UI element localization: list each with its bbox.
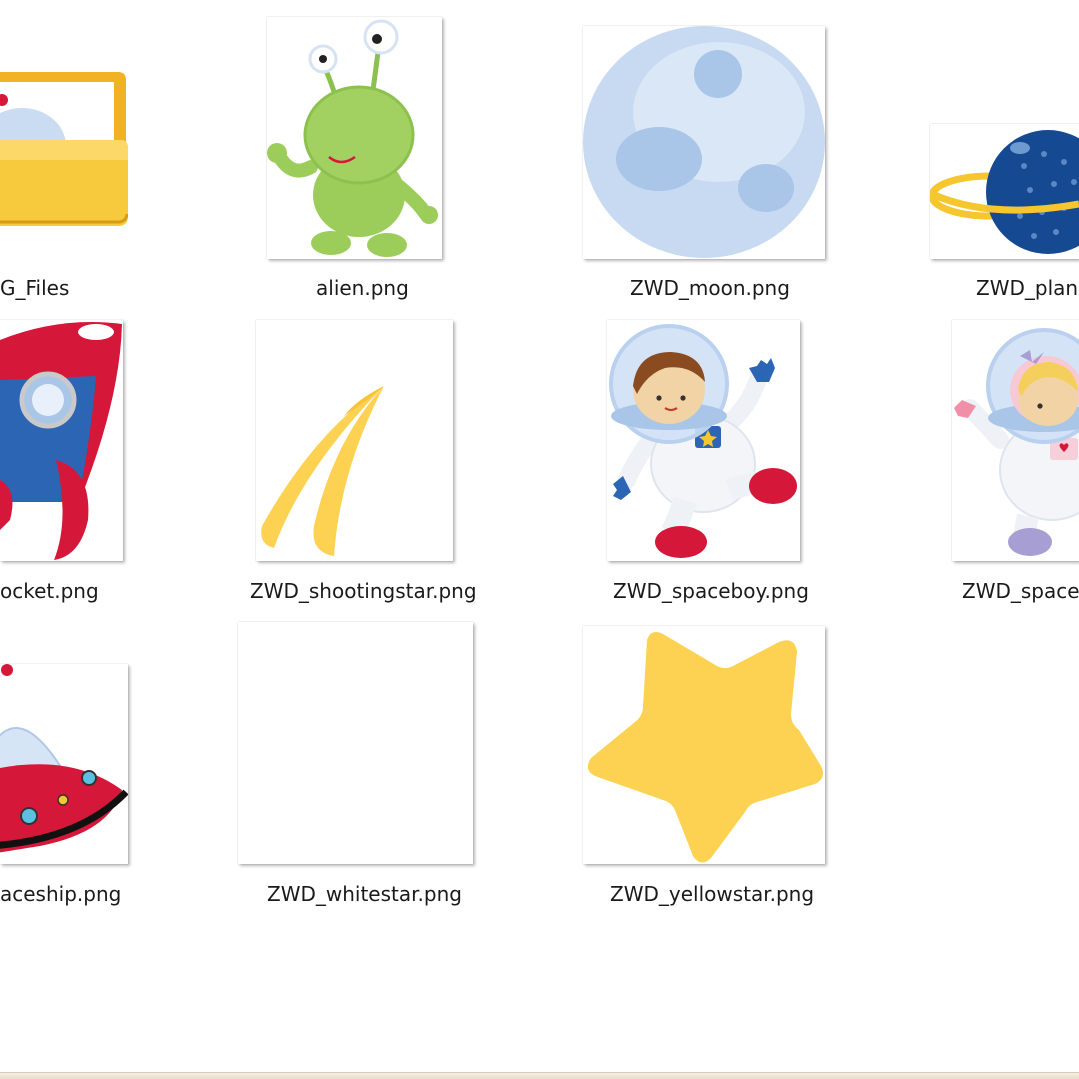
rocket-icon [0,320,123,561]
planet-icon [930,124,1079,259]
file-name-label: ZWD_yellowstar.png [610,882,815,906]
alien-icon [267,17,442,259]
file-name-label: ZWD_moon.png [630,276,790,300]
file-name-label: ocket.png [0,579,99,603]
file-name-label: ZWD_whitestar.png [267,882,462,906]
spaceboy-icon [607,320,800,561]
yellow-star-icon [583,626,825,864]
file-explorer-large-icons-view: G_Files alien.png ZWD_moon.png ZWD_plane… [0,0,1079,1079]
moon-icon [583,26,825,259]
file-name-label: G_Files [0,276,70,300]
antenna-bulb-icon [1,664,13,676]
folder-icon [0,68,128,226]
file-name-label: ZWD_spaceboy.png [613,579,809,603]
file-name-label: ZWD_spaceg [962,579,1079,603]
spaceship-icon [0,664,128,864]
file-name-label: alien.png [316,276,409,300]
white-star-icon [238,622,473,864]
shooting-star-icon [256,320,453,561]
file-name-label: ZWD_shootingstar.png [250,579,477,603]
window-bottom-border [0,1072,1079,1079]
file-name-label: ZWD_plane [976,276,1079,300]
spacegirl-icon [952,320,1079,561]
file-name-label: aceship.png [0,882,122,906]
